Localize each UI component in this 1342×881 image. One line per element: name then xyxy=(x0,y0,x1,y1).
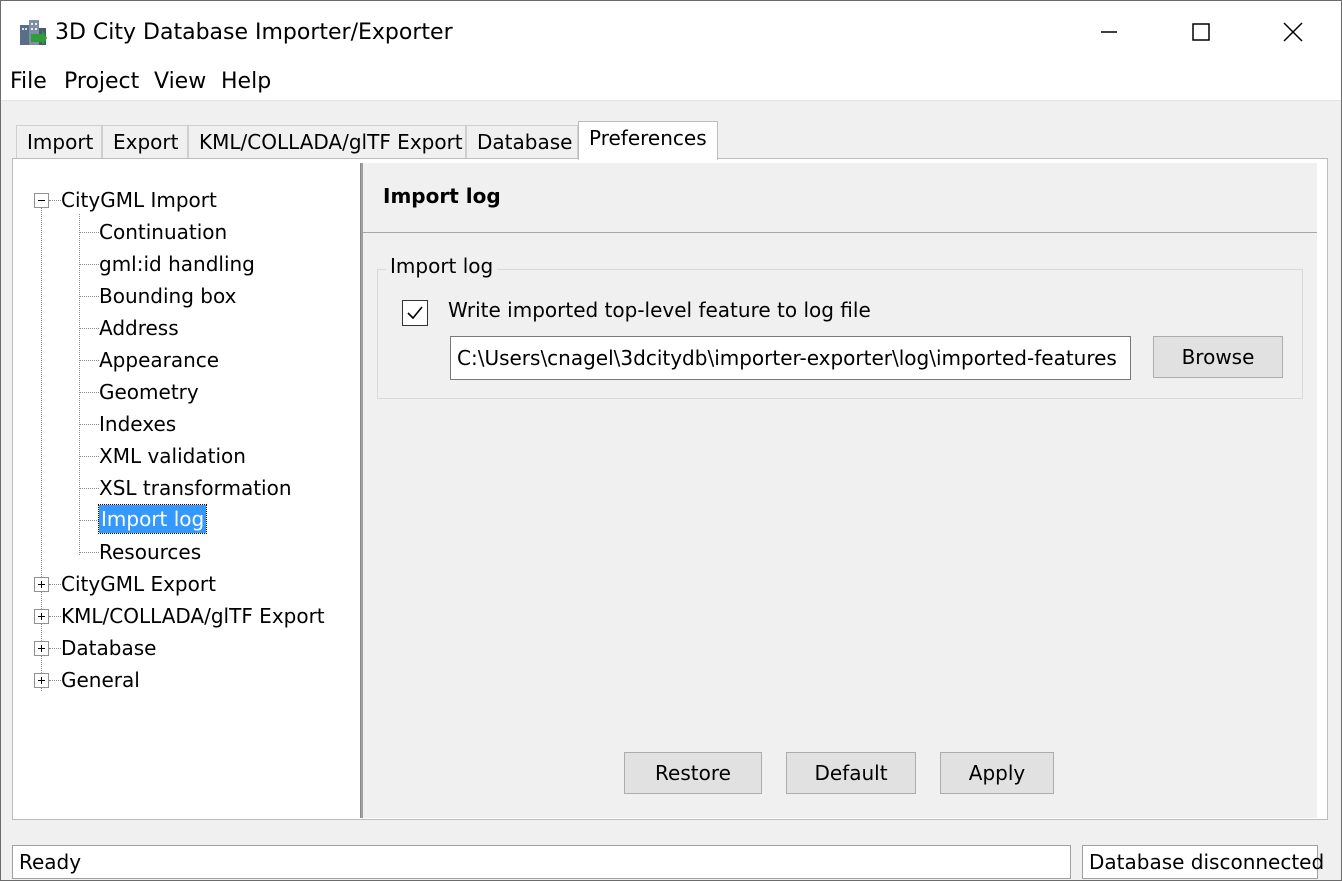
write-log-label[interactable]: Write imported top-level feature to log … xyxy=(448,298,871,322)
settings-panel: Import log Import log Write imported top… xyxy=(363,163,1317,818)
tree-item-citygml-export[interactable]: CityGML Export xyxy=(61,569,216,599)
expand-kml-export-icon[interactable] xyxy=(34,609,49,624)
tree-item-general[interactable]: General xyxy=(61,665,140,695)
tree-item-xsl-transformation[interactable]: XSL transformation xyxy=(99,473,292,503)
tree-item-indexes[interactable]: Indexes xyxy=(99,409,176,439)
title-bar[interactable]: 3D City Database Importer/Exporter xyxy=(1,1,1341,63)
tab-export[interactable]: Export xyxy=(102,125,188,159)
default-button[interactable]: Default xyxy=(786,752,916,794)
tree-item-import-log[interactable]: Import log xyxy=(97,504,208,534)
tab-import[interactable]: Import xyxy=(16,125,102,159)
tree-item-kml-collada-gltf-export[interactable]: KML/COLLADA/glTF Export xyxy=(61,601,325,631)
apply-button[interactable]: Apply xyxy=(940,752,1054,794)
tree-item-continuation[interactable]: Continuation xyxy=(99,217,227,247)
app-city-icon xyxy=(17,17,49,49)
tree-item-database[interactable]: Database xyxy=(61,633,156,663)
write-log-checkbox[interactable] xyxy=(402,300,428,326)
close-button[interactable] xyxy=(1247,1,1339,63)
checkmark-icon xyxy=(407,306,423,320)
window-title: 3D City Database Importer/Exporter xyxy=(55,20,453,45)
tree-item-citygml-import[interactable]: CityGML Import xyxy=(61,185,217,215)
expand-general-icon[interactable] xyxy=(34,673,49,688)
minimize-icon xyxy=(1101,31,1117,33)
settings-title: Import log xyxy=(383,184,501,208)
tab-database[interactable]: Database xyxy=(466,125,578,159)
status-message: Ready xyxy=(12,845,1071,879)
menu-bar: File Project View Help xyxy=(1,63,1341,101)
import-log-group: Import log Write imported top-level feat… xyxy=(377,254,1303,399)
tree-item-xml-validation[interactable]: XML validation xyxy=(99,441,246,471)
collapse-citygml-import-icon[interactable] xyxy=(34,193,49,208)
main-window: 3D City Database Importer/Exporter File … xyxy=(0,0,1342,881)
settings-header: Import log xyxy=(363,163,1317,233)
log-path-input[interactable]: C:\Users\cnagel\3dcitydb\importer-export… xyxy=(450,336,1131,380)
expand-citygml-export-icon[interactable] xyxy=(34,577,49,592)
database-status: Database disconnected xyxy=(1082,845,1324,879)
menu-view[interactable]: View xyxy=(154,68,206,96)
preferences-tree: CityGML Import Continuation gml:id handl… xyxy=(17,163,360,818)
tab-preferences[interactable]: Preferences xyxy=(578,121,718,160)
tree-item-address[interactable]: Address xyxy=(99,313,179,343)
tree-item-appearance[interactable]: Appearance xyxy=(99,345,219,375)
browse-button[interactable]: Browse xyxy=(1153,336,1283,378)
tree-item-gml-id-handling[interactable]: gml:id handling xyxy=(99,249,255,279)
tree-item-resources[interactable]: Resources xyxy=(99,537,201,567)
close-icon xyxy=(1283,22,1303,42)
restore-button[interactable]: Restore xyxy=(624,752,762,794)
tree-item-geometry[interactable]: Geometry xyxy=(99,377,199,407)
menu-help[interactable]: Help xyxy=(221,68,271,96)
tab-kml-collada-gltf-export[interactable]: KML/COLLADA/glTF Export xyxy=(188,125,466,159)
minimize-button[interactable] xyxy=(1063,1,1155,63)
status-bar: Ready Database disconnected xyxy=(1,841,1341,881)
tree-item-bounding-box[interactable]: Bounding box xyxy=(99,281,236,311)
maximize-icon xyxy=(1192,23,1210,41)
menu-file[interactable]: File xyxy=(10,68,47,96)
menu-project[interactable]: Project xyxy=(64,68,139,96)
maximize-button[interactable] xyxy=(1155,1,1247,63)
preferences-content: CityGML Import Continuation gml:id handl… xyxy=(12,158,1328,820)
tree-child-connector xyxy=(79,214,80,555)
expand-database-icon[interactable] xyxy=(34,641,49,656)
group-label: Import log xyxy=(386,254,498,278)
